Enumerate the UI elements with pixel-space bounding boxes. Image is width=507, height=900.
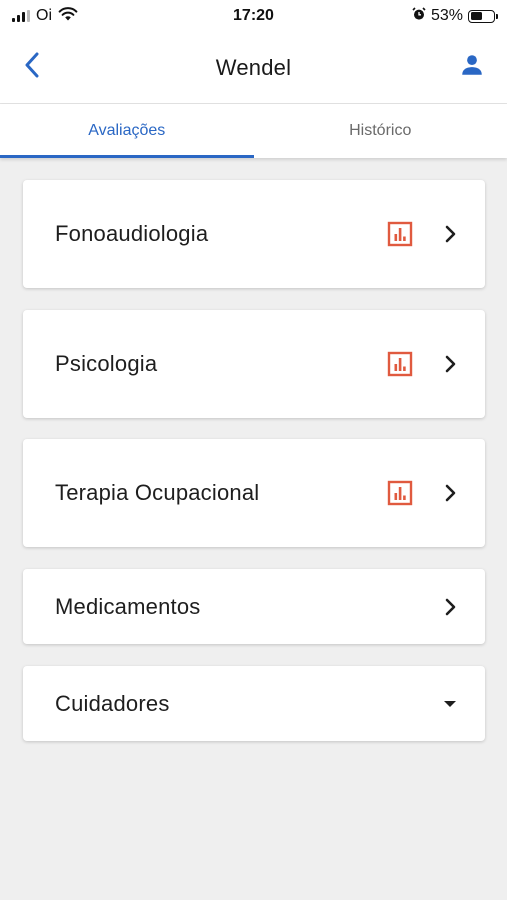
alarm-icon xyxy=(412,6,426,26)
status-left: Oi xyxy=(12,6,78,26)
bar-chart-icon[interactable] xyxy=(387,480,413,506)
bar-chart-icon[interactable] xyxy=(387,351,413,377)
app-bar: Wendel xyxy=(0,32,507,104)
tab-bar: Avaliações Histórico xyxy=(0,104,507,158)
caret-down-icon[interactable] xyxy=(439,693,461,715)
chevron-right-icon xyxy=(439,596,461,618)
battery-percent: 53% xyxy=(430,7,463,24)
carrier-name: Oi xyxy=(36,7,52,24)
status-bar: Oi 17:20 53% xyxy=(0,0,507,32)
cellular-signal-icon xyxy=(12,10,30,22)
back-button[interactable] xyxy=(16,50,48,84)
section-label: Fonoaudiologia xyxy=(55,221,209,246)
tab-historico[interactable]: Histórico xyxy=(254,104,507,158)
battery-level-fill xyxy=(470,12,483,20)
page-title: Wendel xyxy=(215,54,292,80)
section-card-cuidadores[interactable]: Cuidadores xyxy=(23,666,485,741)
section-label: Terapia Ocupacional xyxy=(55,480,260,505)
profile-button[interactable] xyxy=(455,50,489,84)
section-card-fonoaudiologia[interactable]: Fonoaudiologia xyxy=(23,180,485,288)
bar-chart-icon[interactable] xyxy=(387,221,413,247)
wifi-icon xyxy=(58,6,78,26)
section-card-psicologia[interactable]: Psicologia xyxy=(23,310,485,418)
section-label: Cuidadores xyxy=(55,690,170,716)
section-card-medicamentos[interactable]: Medicamentos xyxy=(23,569,485,644)
section-label: Psicologia xyxy=(55,351,158,376)
status-right: 53% xyxy=(412,6,498,26)
section-card-terapia-ocupacional[interactable]: Terapia Ocupacional xyxy=(23,439,485,547)
person-icon xyxy=(459,52,485,83)
tab-avaliacoes[interactable]: Avaliações xyxy=(0,104,254,158)
section-label: Medicamentos xyxy=(55,593,201,619)
chevron-right-icon xyxy=(439,482,461,504)
battery-icon xyxy=(468,9,498,23)
chevron-left-icon xyxy=(24,52,40,83)
chevron-right-icon xyxy=(439,353,461,375)
chevron-right-icon xyxy=(439,223,461,245)
